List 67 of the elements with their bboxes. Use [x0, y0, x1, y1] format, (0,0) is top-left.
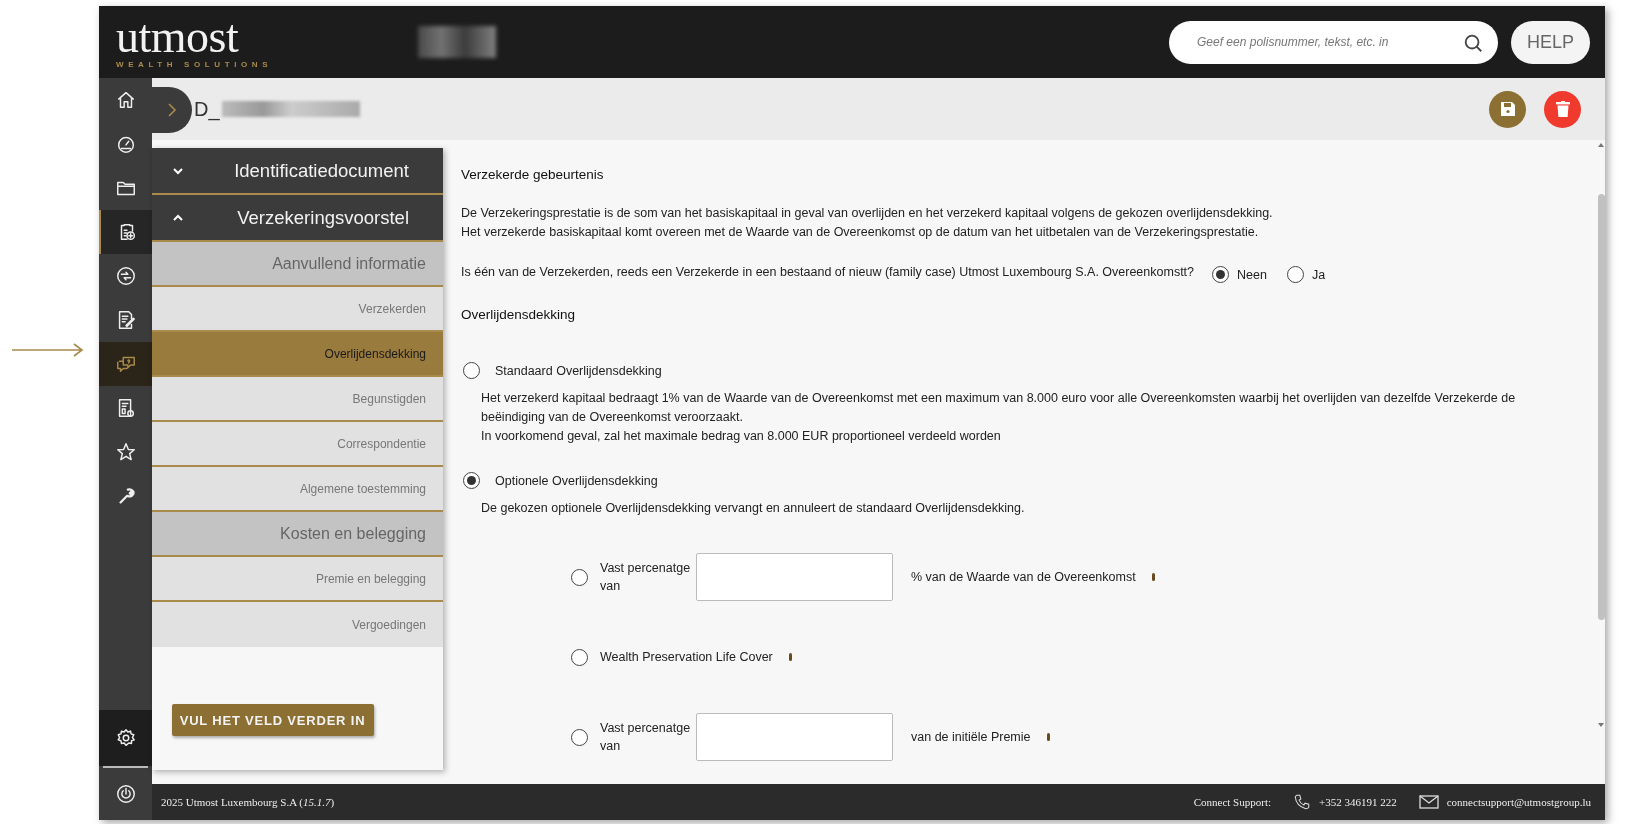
nav-item[interactable]: Premie en belegging	[152, 557, 443, 602]
radio-label: Optionele Overlijdensdekking	[495, 473, 658, 488]
radio-button[interactable]	[571, 568, 588, 586]
scroll-down-icon[interactable]	[1597, 722, 1605, 728]
annotation-arrow	[12, 343, 84, 357]
option-label: Vast percenatge van	[600, 720, 692, 755]
nav-item[interactable]: Verzekerden	[152, 287, 443, 332]
input-field[interactable]	[696, 713, 893, 761]
info-icon[interactable]	[1046, 733, 1050, 741]
scroll-up-icon[interactable]	[1597, 142, 1605, 148]
chevron-down-icon	[172, 166, 184, 175]
chevron-right-icon	[166, 102, 178, 118]
globe-arrows-icon[interactable]	[114, 265, 137, 287]
complete-field-button[interactable]: VUL HET VELD VERDER IN	[171, 704, 374, 736]
settings-icon[interactable]	[114, 727, 137, 749]
section-heading: Verzekerde gebeurtenis	[461, 167, 605, 182]
radio-button[interactable]	[1212, 266, 1230, 283]
paragraph-line: Het verzekerde basiskapitaal komt overeen met de Waarde van de Overeenkomst op de datum van het uitbetalen van de Verzekeringsprestatie.	[461, 224, 1260, 241]
radio-button[interactable]	[571, 648, 588, 666]
description-text: De gekozen optionele Overlijdensdekking vervangt en annuleert de standaard Overlijdensdekking.	[481, 500, 1026, 517]
section-heading: Overlijdensdekking	[461, 307, 577, 322]
option-label: Vast percenatge van	[600, 560, 692, 595]
radio-button[interactable]	[463, 362, 480, 379]
nav-item[interactable]: Vergoedingen	[152, 602, 443, 647]
power-icon[interactable]	[114, 783, 137, 805]
description-text: Het verzekerd kapitaal bedraagt 1% van de Waarde van de Overeenkomst met een maximum van 8.000 euro voor alle Overeenkomsten waarbij het overlijden van dezelfde Verzekerde de beëindiging van de Overeenkomst veroorzaakt.	[481, 390, 1517, 426]
expand-panel-button[interactable]	[152, 87, 192, 133]
radio-label: Ja	[1311, 267, 1326, 282]
section-header[interactable]: Verzekeringsvoorstel	[152, 195, 443, 242]
description-text: In voorkomend geval, zal het maximale bedrag van 8.000 EUR proportioneel verdeeld worden	[481, 428, 1002, 445]
info-icon[interactable]	[1151, 573, 1155, 581]
radio-label: Neen	[1237, 267, 1267, 282]
support-label: Connect Support:	[1193, 796, 1271, 808]
scrollbar[interactable]	[1597, 142, 1605, 728]
radio-button[interactable]	[571, 728, 588, 746]
input-field[interactable]	[696, 553, 893, 601]
unit-label: % van de Waarde van de Overeenkomst	[911, 570, 1136, 584]
nav-group-label: Kosten en belegging	[152, 512, 443, 557]
record-title: D_	[194, 97, 220, 121]
email-link[interactable]: connectsupport@utmostgroup.lu	[1446, 796, 1591, 808]
phone-icon	[1293, 793, 1311, 811]
unit-label: van de initiële Premie	[911, 730, 1031, 744]
save-button[interactable]	[1489, 90, 1526, 128]
logo-wordmark: utmost	[116, 15, 240, 58]
logo-tagline: WEALTH SOLUTIONS	[116, 59, 274, 69]
star-icon[interactable]	[114, 441, 137, 463]
paragraph-line: De Verzekeringsprestatie is de som van het basiskapitaal in geval van overlijden en het verzekerd kapitaal volgens de gekozen overlijdensdekking.	[461, 205, 1274, 222]
nav-item[interactable]: Algemene toestemming	[152, 467, 443, 512]
info-icon[interactable]	[788, 653, 792, 661]
nav-group-label: Aanvullend informatie	[152, 242, 443, 287]
radio-label: Standaard Overlijdensdekking	[495, 363, 662, 378]
delete-button[interactable]	[1544, 90, 1581, 128]
mail-icon	[1418, 794, 1439, 810]
trash-icon	[1555, 101, 1570, 117]
radio-button[interactable]	[1286, 266, 1304, 283]
section-header[interactable]: Identificatiedocument	[152, 148, 443, 195]
question-text: Is één van de Verzekerden, reeds een Verzekerde in een bestaand of nieuw (family case) Utmost Luxembourg S.A. Overeenkomstt?	[461, 264, 1195, 279]
nav-item[interactable]: Overlijdensdekking	[152, 332, 443, 377]
option-label: Wealth Preservation Life Cover	[600, 649, 773, 666]
help-button[interactable]: HELP	[1511, 20, 1590, 64]
radio-button[interactable]	[463, 472, 480, 489]
copyright-text: 2025 Utmost Luxembourg S.A (15.1.7)	[161, 796, 335, 808]
search-field[interactable]: Geef een polisnummer, tekst, etc. in	[1169, 20, 1498, 64]
phone-number: +352 346191 222	[1319, 796, 1397, 808]
nav-item[interactable]: Begunstigden	[152, 377, 443, 422]
nav-item[interactable]: Correspondentie	[152, 422, 443, 467]
chevron-up-icon	[172, 213, 184, 222]
